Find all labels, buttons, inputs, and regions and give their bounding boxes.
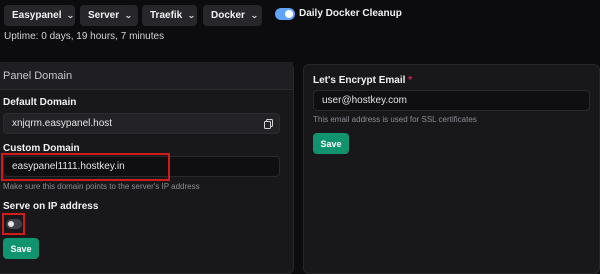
server-menu-label: Server [88, 10, 120, 21]
custom-domain-hint: Make sure this domain points to the serv… [3, 182, 200, 191]
server-menu-button[interactable]: Server ⌄ [80, 5, 138, 26]
lets-encrypt-email-input[interactable]: user@hostkey.com [313, 90, 590, 111]
docker-cleanup-label: Daily Docker Cleanup [299, 8, 402, 19]
toggle-knob [8, 221, 14, 227]
traefik-menu-label: Traefik [150, 10, 183, 21]
chevron-down-icon: ⌄ [187, 11, 196, 20]
save-email-button[interactable]: Save [313, 133, 349, 154]
docker-menu-label: Docker [211, 10, 245, 21]
lets-encrypt-hint: This email address is used for SSL certi… [313, 115, 477, 124]
lets-encrypt-email-value: user@hostkey.com [322, 95, 407, 106]
traefik-menu-button[interactable]: Traefik ⌄ [142, 5, 197, 26]
custom-domain-highlight [1, 153, 170, 181]
serve-on-ip-label: Serve on IP address [3, 201, 99, 212]
lets-encrypt-label-text: Let's Encrypt Email [313, 75, 406, 86]
default-domain-value: xnjqrm.easypanel.host [12, 118, 113, 129]
easypanel-menu-label: Easypanel [12, 10, 62, 21]
panel-domain-title: Panel Domain [3, 70, 73, 82]
required-mark: * [408, 75, 413, 86]
toggle-knob [285, 10, 293, 18]
lets-encrypt-label: Let's Encrypt Email * [313, 75, 412, 86]
easypanel-menu-button[interactable]: Easypanel ⌄ [4, 5, 75, 26]
copy-icon[interactable] [264, 119, 273, 129]
serve-on-ip-toggle[interactable] [6, 219, 22, 229]
docker-cleanup-toggle[interactable] [275, 8, 295, 20]
default-domain-label: Default Domain [3, 97, 77, 108]
save-domain-button[interactable]: Save [3, 238, 39, 259]
top-toolbar: Easypanel ⌄ Server ⌄ Traefik ⌄ Docker ⌄ … [0, 0, 600, 60]
chevron-down-icon: ⌄ [66, 11, 75, 20]
default-domain-field[interactable]: xnjqrm.easypanel.host [3, 113, 280, 134]
chevron-down-icon: ⌄ [250, 11, 259, 20]
chevron-down-icon: ⌄ [124, 11, 133, 20]
docker-menu-button[interactable]: Docker ⌄ [203, 5, 262, 26]
uptime-text: Uptime: 0 days, 19 hours, 7 minutes [4, 31, 165, 42]
